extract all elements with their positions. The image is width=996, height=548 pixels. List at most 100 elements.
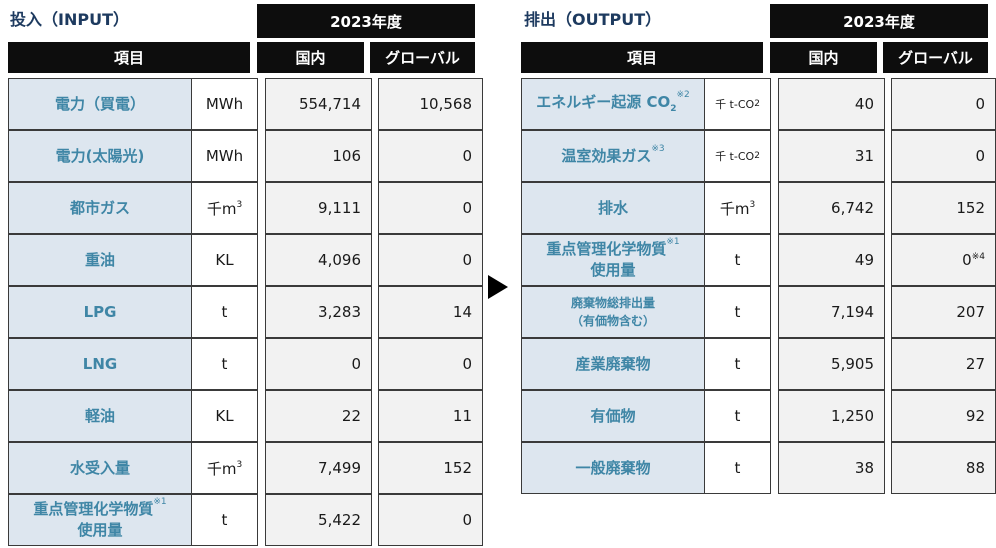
- output-global-value: 27: [891, 338, 996, 390]
- global-value-text: 0: [462, 251, 472, 269]
- item-label: 有価物: [590, 406, 635, 427]
- input-item-cell: 軽油: [8, 390, 192, 442]
- item-text: 電力（買電）: [54, 94, 145, 113]
- output-item-header: 項目: [521, 42, 763, 73]
- item-label: 重点管理化学物質※1 使用量: [546, 237, 679, 281]
- output-item-cell: エネルギー起源 CO2 ※2: [521, 78, 705, 130]
- domestic-value-text: 554,714: [298, 95, 361, 113]
- unit-text: KL: [215, 407, 234, 425]
- input-unit-cell: MWh: [191, 130, 258, 182]
- item-label-line1: 重点管理化学物質※1: [546, 237, 679, 260]
- item-label-line1: LPG: [84, 302, 117, 323]
- output-global-value: 0: [891, 130, 996, 182]
- global-value-text: 27: [965, 355, 985, 373]
- item-label-line1: 温室効果ガス※3: [561, 143, 665, 167]
- input-section-title: 投入（INPUT）: [10, 10, 129, 29]
- item-label-line1: 都市ガス: [70, 198, 130, 219]
- item-label: 水受入量: [70, 458, 130, 479]
- item-label-line1: 排水: [598, 198, 628, 219]
- global-value-text: 0: [975, 147, 985, 165]
- global-value-text: 92: [965, 407, 985, 425]
- global-value-text: 0: [462, 511, 472, 529]
- output-unit-cell: t: [704, 338, 771, 390]
- input-unit-cell: 千m 3: [191, 182, 258, 234]
- domestic-value-text: 5,905: [831, 355, 874, 373]
- unit-text: 千m: [206, 199, 237, 218]
- global-value-text: 0: [462, 147, 472, 165]
- input-item-cell: 電力（買電）: [8, 78, 192, 130]
- item-label: 軽油: [85, 406, 115, 427]
- item-text-line2: 使用量: [590, 261, 636, 279]
- input-item-cell: 都市ガス: [8, 182, 192, 234]
- item-text: 重点管理化学物質: [33, 500, 154, 518]
- item-footnote-mark: ※1: [153, 497, 167, 507]
- global-value-text: 0: [462, 355, 472, 373]
- input-unit-cell: MWh: [191, 78, 258, 130]
- output-item-cell: 排水: [521, 182, 705, 234]
- item-label: 廃棄物総排出量 （有価物含む）: [571, 294, 655, 330]
- item-label: 一般廃棄物: [575, 458, 650, 479]
- output-unit-cell: 千 t-CO 2: [704, 130, 771, 182]
- input-item-header: 項目: [8, 42, 250, 73]
- input-global-value: 14: [378, 286, 483, 338]
- item-text: 軽油: [84, 406, 115, 425]
- item-text: 産業廃棄物: [575, 354, 651, 373]
- item-label: 重点管理化学物質※1 使用量: [33, 497, 167, 541]
- output-domestic-value: 40: [778, 78, 885, 130]
- input-global-value: 0: [378, 130, 483, 182]
- domestic-value-text: 106: [332, 147, 361, 165]
- output-global-header: グローバル: [883, 42, 988, 73]
- domestic-value-text: 5,422: [318, 511, 361, 529]
- global-value-text: 152: [443, 459, 472, 477]
- domestic-value-text: 3,283: [318, 303, 361, 321]
- unit-superscript: 3: [236, 200, 243, 210]
- input-unit-cell: t: [191, 338, 258, 390]
- item-label: 電力(太陽光): [56, 146, 145, 167]
- unit-superscript: 3: [749, 200, 756, 210]
- output-domestic-header: 国内: [770, 42, 877, 73]
- domestic-value-text: 4,096: [318, 251, 361, 269]
- item-label-line1: 電力(太陽光): [56, 146, 145, 167]
- input-domestic-value: 554,714: [265, 78, 372, 130]
- output-unit-cell: t: [704, 390, 771, 442]
- item-label-line1: 重点管理化学物質※1: [33, 497, 167, 520]
- output-domestic-value: 5,905: [778, 338, 885, 390]
- input-year-header: 2023年度: [257, 4, 475, 38]
- item-text: 水受入量: [69, 458, 130, 477]
- output-item-cell: 温室効果ガス※3: [521, 130, 705, 182]
- unit-superscript: 3: [236, 460, 243, 470]
- item-label-line2: （有価物含む）: [571, 312, 655, 330]
- unit-text: 千m: [206, 459, 237, 478]
- output-domestic-value: 6,742: [778, 182, 885, 234]
- input-domestic-value: 4,096: [265, 234, 372, 286]
- item-label-line1: 軽油: [85, 406, 115, 427]
- item-label-line1: 電力（買電）: [55, 94, 145, 115]
- item-text: 一般廃棄物: [575, 458, 651, 477]
- unit-subscript: 2: [754, 151, 760, 161]
- item-label-line1: LNG: [83, 354, 117, 375]
- item-text: 都市ガス: [69, 198, 130, 217]
- input-unit-cell: KL: [191, 234, 258, 286]
- input-global-header: グローバル: [370, 42, 475, 73]
- item-footnote-mark: ※3: [651, 143, 665, 154]
- input-domestic-header: 国内: [257, 42, 364, 73]
- input-domestic-value: 9,111: [265, 182, 372, 234]
- input-item-cell: 重点管理化学物質※1 使用量: [8, 494, 192, 546]
- output-global-value: 152: [891, 182, 996, 234]
- output-year-header: 2023年度: [770, 4, 988, 38]
- unit-text: t: [734, 303, 741, 321]
- input-unit-cell: 千m 3: [191, 442, 258, 494]
- item-label-line1: 水受入量: [70, 458, 130, 479]
- output-item-cell: 廃棄物総排出量 （有価物含む）: [521, 286, 705, 338]
- unit-text: 千 t-CO: [715, 98, 755, 111]
- global-value-text: 14: [452, 303, 472, 321]
- item-label: LPG: [84, 302, 117, 323]
- item-label: 電力（買電）: [55, 94, 145, 115]
- output-item-cell: 産業廃棄物: [521, 338, 705, 390]
- global-value-text: 88: [965, 459, 985, 477]
- output-domestic-value: 7,194: [778, 286, 885, 338]
- input-global-value: 10,568: [378, 78, 483, 130]
- domestic-value-text: 1,250: [831, 407, 874, 425]
- input-global-value: 0: [378, 338, 483, 390]
- item-label-line2: 使用量: [33, 520, 166, 541]
